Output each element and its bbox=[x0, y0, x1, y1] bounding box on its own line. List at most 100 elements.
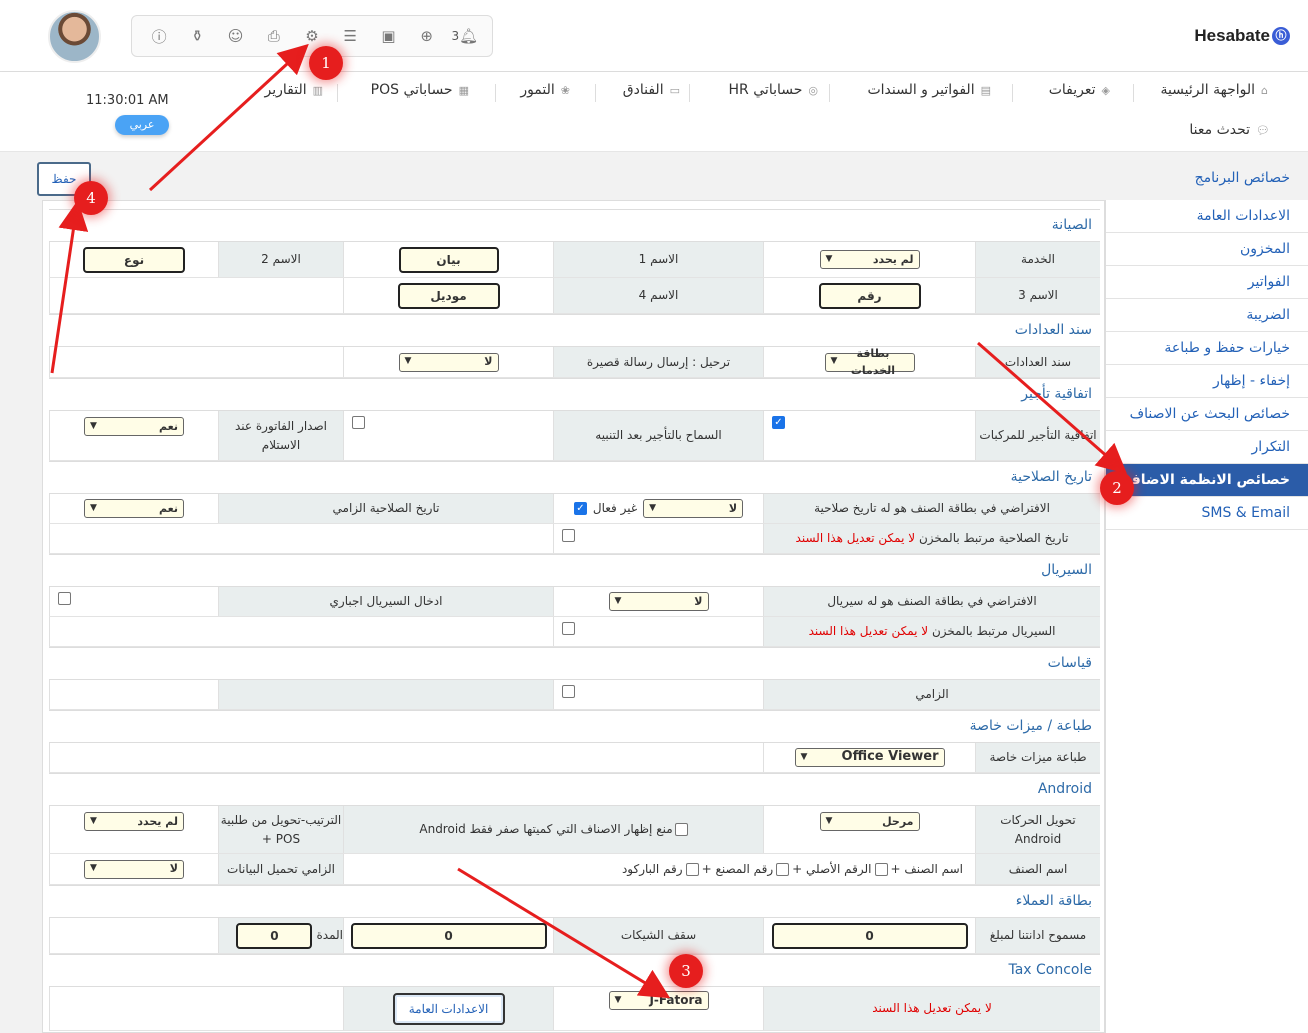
nav-item-reports[interactable]: ▥ التقارير bbox=[264, 82, 323, 98]
sidebar-item-hide-show[interactable]: إخفاء - إظهار bbox=[1106, 365, 1308, 398]
section-expiry-title: تاريخ الصلاحية bbox=[49, 461, 1100, 494]
expiry-mandatory-value: نعم bbox=[159, 501, 178, 515]
language-toggle[interactable]: عربي bbox=[115, 115, 169, 135]
sidebar-item-tax[interactable]: الضريبة bbox=[1106, 299, 1308, 332]
load-data-select[interactable]: لا ▼ bbox=[84, 859, 184, 879]
notification-bell-icon[interactable]: 3 🔔︎ bbox=[451, 25, 479, 47]
nav-chat-label: تحدث معنا bbox=[1189, 122, 1251, 138]
nav-item-invoices[interactable]: ▤ الفواتير و السندات bbox=[867, 82, 991, 98]
nav-item-label: التمور bbox=[520, 82, 555, 98]
name2-input[interactable]: نوع bbox=[83, 246, 185, 273]
name1-input[interactable]: بيان bbox=[398, 246, 499, 273]
android-row-1: تحويل الحركات Android مرحل ▼ منع إظهار ال… bbox=[49, 806, 1100, 854]
android-icon[interactable]: ▣ bbox=[377, 25, 399, 47]
nav-item-chat[interactable]: 💬︎ تحدث معنا bbox=[1189, 122, 1270, 138]
dates-icon: ❀ bbox=[560, 84, 570, 97]
sms-select[interactable]: لا ▼ bbox=[398, 352, 499, 372]
nav-item-label: حساباتي HR bbox=[728, 82, 803, 98]
opt-factory-checkbox[interactable] bbox=[685, 862, 699, 876]
chevron-down-icon: ▼ bbox=[90, 502, 97, 513]
section-printing-title: طباعة / ميزات خاصة bbox=[49, 710, 1100, 743]
nav-item-pos[interactable]: ▦ حساباتي POS bbox=[371, 82, 469, 98]
home-icon: ⌂ bbox=[1261, 84, 1268, 97]
name4-input[interactable]: موديل bbox=[397, 282, 500, 309]
invoice-on-receipt-label: اصدار الفاتورة عند الاستلام bbox=[218, 411, 343, 460]
brand-mark-icon: ⓗ bbox=[1272, 27, 1290, 45]
users-icon[interactable]: ☺ bbox=[225, 25, 247, 47]
expiry-default-select[interactable]: لا ▼ bbox=[643, 499, 744, 518]
chevron-down-icon: ▼ bbox=[614, 994, 622, 1005]
checks-ceiling-input[interactable]: 0 bbox=[350, 922, 547, 949]
service-select[interactable]: لم يحدد ▼ bbox=[819, 250, 920, 269]
inactive-checkbox[interactable]: ✓ bbox=[573, 502, 587, 515]
nav-item-dates[interactable]: ❀ التمور bbox=[520, 82, 570, 98]
invoice-icon: ▤ bbox=[980, 84, 991, 97]
layers-icon: ◈ bbox=[1101, 84, 1110, 97]
serial-linked-checkbox[interactable] bbox=[562, 622, 575, 635]
tax-select[interactable]: J-Fatora ▼ bbox=[608, 991, 709, 1010]
sidebar-item-inventory[interactable]: المخزون bbox=[1106, 233, 1308, 266]
service-label: الخدمة bbox=[975, 242, 1100, 277]
expiry-default-value: لا bbox=[728, 501, 738, 515]
info-icon[interactable]: ⓘ bbox=[148, 25, 170, 47]
serial-default-value: لا bbox=[694, 594, 703, 608]
serial-row-2: السيريال مرتبط بالمخزن لا يمكن تعديل هذا… bbox=[49, 617, 1100, 647]
sidebar-item-general[interactable]: الاعدادات العامة bbox=[1106, 200, 1308, 233]
nav-item-hr[interactable]: ◎ حساباتي HR bbox=[729, 82, 818, 98]
sidebar-item-repetition[interactable]: التكرار bbox=[1106, 431, 1308, 464]
brand-logo[interactable]: Hesabate ⓗ bbox=[1194, 26, 1290, 46]
allow-rental-label: السماح بالتأجير بعد التنبيه bbox=[553, 411, 763, 460]
opt-name-checkbox[interactable] bbox=[874, 862, 888, 876]
opt-original-checkbox[interactable] bbox=[776, 862, 790, 876]
notification-count: 3 bbox=[451, 29, 460, 43]
sidebar-item-additional-systems[interactable]: خصائص الانظمة الاضافية bbox=[1106, 464, 1308, 497]
debt-input[interactable]: 0 bbox=[771, 922, 968, 949]
nav-item-home[interactable]: ⌂ الواجهة الرئيسية bbox=[1160, 82, 1268, 98]
meter-select[interactable]: بطاقة الخدمات ▼ bbox=[824, 347, 915, 377]
android-row-2: اسم الصنف اسم الصنف + الرقم الأصلي + رقم… bbox=[49, 854, 1100, 885]
invoice-on-receipt-select[interactable]: نعم ▼ bbox=[84, 417, 184, 436]
expiry-mandatory-select[interactable]: نعم ▼ bbox=[84, 499, 184, 518]
period-input[interactable]: 0 bbox=[236, 922, 313, 949]
general-settings-button[interactable]: الاعدادات العامة bbox=[392, 992, 505, 1025]
sidebar-item-item-search[interactable]: خصائص البحث عن الاصناف bbox=[1106, 398, 1308, 431]
debt-label: مسموح ادانتنا لمبلغ bbox=[975, 918, 1100, 953]
printing-select[interactable]: Office Viewer ▼ bbox=[794, 748, 945, 767]
order-transfer-select[interactable]: لم يحدد ▼ bbox=[84, 812, 184, 831]
service-value: لم يحدد bbox=[872, 252, 914, 266]
database-icon[interactable]: ☰ bbox=[339, 25, 361, 47]
sidebar-item-invoices[interactable]: الفواتير bbox=[1106, 266, 1308, 299]
nav-item-hotels[interactable]: ▭ الفنادق bbox=[623, 82, 680, 98]
sidebar-item-sms-email[interactable]: SMS & Email bbox=[1106, 497, 1308, 530]
allow-rental-checkbox[interactable] bbox=[352, 416, 365, 429]
printing-label: طباعة ميزات خاصة bbox=[975, 743, 1100, 772]
printer-icon[interactable]: ⎙ bbox=[263, 25, 285, 47]
opt-factory-label: رقم المصنع + bbox=[701, 861, 774, 876]
android-transfer-select[interactable]: مرحل ▼ bbox=[819, 812, 920, 831]
hide-zero-label: منع إظهار الاصناف التي كميتها صفر فقط An… bbox=[419, 822, 673, 837]
name1-label: الاسم 1 bbox=[553, 242, 763, 277]
user-avatar[interactable] bbox=[48, 10, 101, 63]
serial-mandatory-label: ادخال السيريال اجباري bbox=[218, 587, 553, 616]
serial-default-select[interactable]: لا ▼ bbox=[608, 592, 709, 611]
add-circle-icon[interactable]: ⊕ bbox=[416, 25, 438, 47]
section-meter-title: سند العدادات bbox=[49, 314, 1100, 347]
nav-item-definitions[interactable]: ◈ تعريفات bbox=[1049, 82, 1110, 98]
pos-icon: ▦ bbox=[458, 84, 469, 97]
expiry-row-1: الافتراضي في بطاقة الصنف هو له تاريخ صلا… bbox=[49, 494, 1100, 524]
program-properties-page: خصائص البرنامج حفظ الاعدادات العامة المخ… bbox=[0, 152, 1308, 1033]
expiry-linked-checkbox[interactable] bbox=[562, 529, 575, 542]
measures-mandatory-checkbox[interactable] bbox=[562, 685, 575, 698]
rental-vehicles-checkbox[interactable]: ✓ bbox=[772, 416, 785, 429]
serial-mandatory-checkbox[interactable] bbox=[58, 592, 71, 605]
tax-value: J-Fatora bbox=[649, 993, 703, 1008]
settings-gear-icon[interactable]: ⚙ bbox=[301, 25, 323, 47]
section-tax-title: Tax Concole bbox=[49, 954, 1100, 987]
name3-input[interactable]: رقم bbox=[818, 282, 921, 309]
sidebar-item-save-print[interactable]: خيارات حفظ و طباعة bbox=[1106, 332, 1308, 365]
hide-zero-checkbox[interactable] bbox=[674, 823, 688, 836]
chat-icon: 💬︎ bbox=[1256, 124, 1270, 137]
chevron-down-icon: ▼ bbox=[404, 356, 412, 367]
money-bag-icon[interactable]: ⚱ bbox=[186, 25, 208, 47]
section-customer-card-title: بطاقة العملاء bbox=[49, 885, 1100, 918]
